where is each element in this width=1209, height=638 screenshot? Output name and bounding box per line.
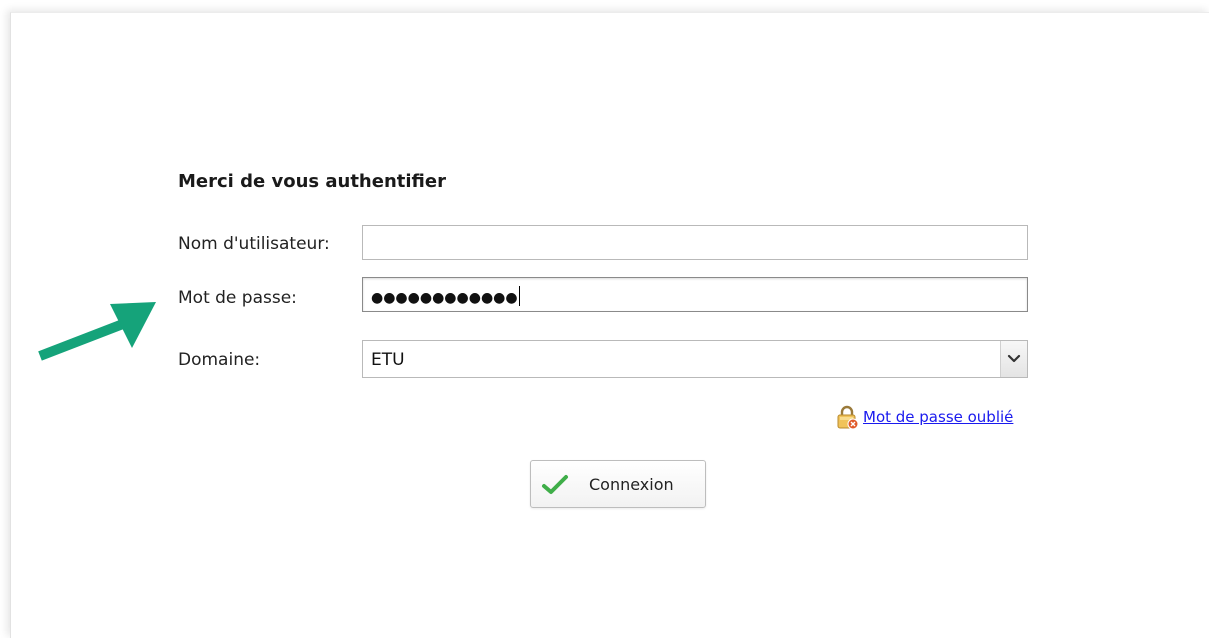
domain-selected-value: ETU: [371, 350, 405, 370]
domain-label: Domaine:: [178, 350, 261, 370]
lock-icon: [837, 405, 859, 430]
login-panel: [10, 12, 1209, 638]
password-mask: ●●●●●●●●●●●●: [371, 286, 520, 307]
forgot-password-link[interactable]: Mot de passe oublié: [863, 408, 1013, 426]
password-field[interactable]: ●●●●●●●●●●●●: [362, 277, 1028, 312]
forgot-password[interactable]: Mot de passe oublié: [834, 404, 1013, 430]
connexion-button[interactable]: Connexion: [530, 460, 706, 508]
username-label: Nom d'utilisateur:: [178, 234, 330, 254]
domain-dropdown-button[interactable]: [1000, 341, 1027, 377]
chevron-down-icon: [1007, 354, 1021, 363]
text-caret: [518, 286, 520, 306]
page-title: Merci de vous authentifier: [178, 171, 446, 192]
password-label: Mot de passe:: [178, 288, 297, 308]
connexion-button-label: Connexion: [589, 475, 674, 494]
username-field[interactable]: [362, 225, 1028, 260]
checkmark-icon: [542, 475, 568, 494]
arrow-icon: [38, 302, 156, 361]
domain-select[interactable]: ETU: [362, 340, 1028, 378]
